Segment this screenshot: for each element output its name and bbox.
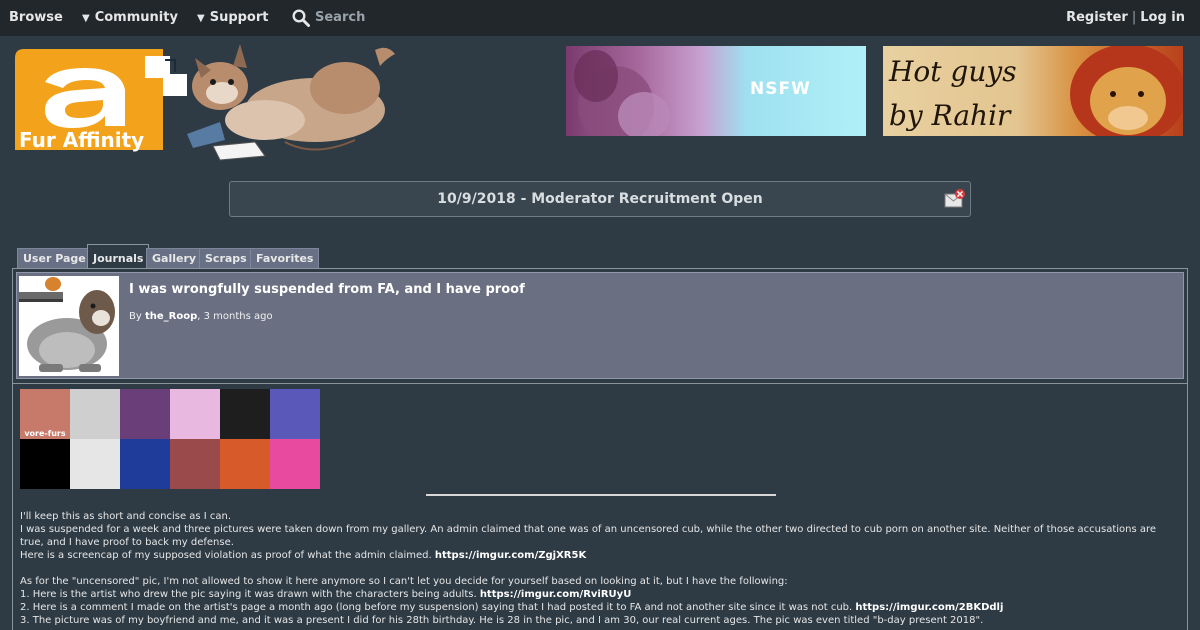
journal-title: I was wrongfully suspended from FA, and … xyxy=(129,282,525,297)
register-link[interactable]: Register xyxy=(1066,10,1128,25)
search-icon xyxy=(292,9,310,27)
search-placeholder: Search xyxy=(315,10,366,25)
tab-user-page[interactable]: User Page xyxy=(17,248,92,268)
journal-paragraph: I'll keep this as short and concise as I… xyxy=(20,510,1180,523)
by-label: By xyxy=(129,311,142,322)
avatar-image xyxy=(19,277,115,372)
logo-wordmark: Fur Affinity xyxy=(19,128,144,152)
journal-paragraph: 3. The picture was of my boyfriend and m… xyxy=(20,614,1180,627)
banner-rahir-line1: Hot guys xyxy=(889,55,1017,88)
paragraph-text: 2. Here is a comment I made on the artis… xyxy=(20,602,856,613)
journal-paragraph: As for the "uncensored" pic, I'm not all… xyxy=(20,575,1180,588)
tab-favorites[interactable]: Favorites xyxy=(250,248,320,268)
tab-gallery[interactable]: Gallery xyxy=(146,248,203,268)
paragraph-text: Here is a screencap of my supposed viola… xyxy=(20,550,435,561)
paragraph-text: 3. The picture was of my boyfriend and m… xyxy=(20,615,984,626)
divider xyxy=(426,494,776,496)
auth-links: Register | Log in xyxy=(1066,0,1185,36)
stamp-image[interactable] xyxy=(20,439,70,489)
stamp-image[interactable] xyxy=(70,389,120,439)
tab-scraps[interactable]: Scraps xyxy=(199,248,253,268)
site-logo[interactable]: Fur Affinity xyxy=(15,38,425,163)
nav-browse-link[interactable]: Browse xyxy=(9,0,63,36)
fur-affinity-logo: Fur Affinity xyxy=(15,44,395,161)
site-notice: 10/9/2018 - Moderator Recruitment Open xyxy=(229,181,971,217)
paragraph-text: 1. Here is the artist who drew the pic s… xyxy=(20,589,480,600)
stamp-image[interactable] xyxy=(120,389,170,439)
dismiss-notice-icon[interactable] xyxy=(944,189,966,209)
nav-community-label: Community xyxy=(94,10,178,25)
paragraph-text: I'll keep this as short and concise as I… xyxy=(20,511,232,522)
journal-text: I'll keep this as short and concise as I… xyxy=(20,510,1180,627)
stamp-image[interactable] xyxy=(170,389,220,439)
journal-link[interactable]: https://imgur.com/ZgjXR5K xyxy=(435,550,586,561)
ad-banner-nsfw[interactable]: NSFW xyxy=(566,46,866,136)
banner-rahir-text: Hot guys by Rahir xyxy=(889,50,1017,136)
journal-body: vore-furs I'll keep this as short and co… xyxy=(13,383,1187,630)
stamp-grid: vore-furs xyxy=(20,389,320,489)
tab-journals[interactable]: Journals xyxy=(87,244,150,269)
journal-panel: I was wrongfully suspended from FA, and … xyxy=(12,268,1188,630)
stamp-image[interactable]: vore-furs xyxy=(20,389,70,439)
notice-text[interactable]: 10/9/2018 - Moderator Recruitment Open xyxy=(230,182,970,216)
author-link[interactable]: the_Roop xyxy=(145,311,197,322)
journal-header: I was wrongfully suspended from FA, and … xyxy=(16,272,1184,379)
journal-link[interactable]: https://imgur.com/RviRUyU xyxy=(480,589,632,600)
journal-link[interactable]: https://imgur.com/2BKDdlj xyxy=(855,602,1003,613)
search-input[interactable]: Search xyxy=(292,0,365,36)
banner-rahir-line2: by Rahir xyxy=(889,99,1011,132)
nav-support-label: Support xyxy=(209,10,269,25)
journal-paragraph: 2. Here is a comment I made on the artis… xyxy=(20,601,1180,614)
journal-meta: By the_Roop, 3 months ago xyxy=(129,311,273,322)
caret-down-icon: ▼ xyxy=(197,13,205,24)
stamp-image[interactable] xyxy=(70,439,120,489)
login-link[interactable]: Log in xyxy=(1140,10,1185,25)
nav-community-menu[interactable]: ▼ Community xyxy=(82,0,178,36)
stamp-label: vore-furs xyxy=(24,429,66,438)
ad-banner-rahir[interactable]: Hot guys by Rahir xyxy=(883,46,1183,136)
stamp-image[interactable] xyxy=(170,439,220,489)
banner-art xyxy=(574,50,670,136)
nav-browse-label: Browse xyxy=(9,10,63,25)
top-nav: Browse ▼ Community ▼ Support Search Regist… xyxy=(0,0,1200,36)
paragraph-text: As for the "uncensored" pic, I'm not all… xyxy=(20,576,788,587)
auth-separator: | xyxy=(1131,10,1137,25)
journal-paragraph: Here is a screencap of my supposed viola… xyxy=(20,549,1180,562)
nav-support-menu[interactable]: ▼ Support xyxy=(197,0,269,36)
stamp-image[interactable] xyxy=(120,439,170,489)
paragraph-text: I was suspended for a week and three pic… xyxy=(20,524,1157,548)
banner-nsfw-label: NSFW xyxy=(750,79,811,99)
journal-paragraph: I was suspended for a week and three pic… xyxy=(20,523,1180,549)
stamp-image[interactable] xyxy=(270,439,320,489)
journal-time: , 3 months ago xyxy=(197,311,273,322)
journal-paragraph: 1. Here is the artist who drew the pic s… xyxy=(20,588,1180,601)
avatar[interactable] xyxy=(19,276,119,376)
stamp-image[interactable] xyxy=(270,389,320,439)
caret-down-icon: ▼ xyxy=(82,13,90,24)
stamp-image[interactable] xyxy=(220,389,270,439)
stamp-image[interactable] xyxy=(220,439,270,489)
